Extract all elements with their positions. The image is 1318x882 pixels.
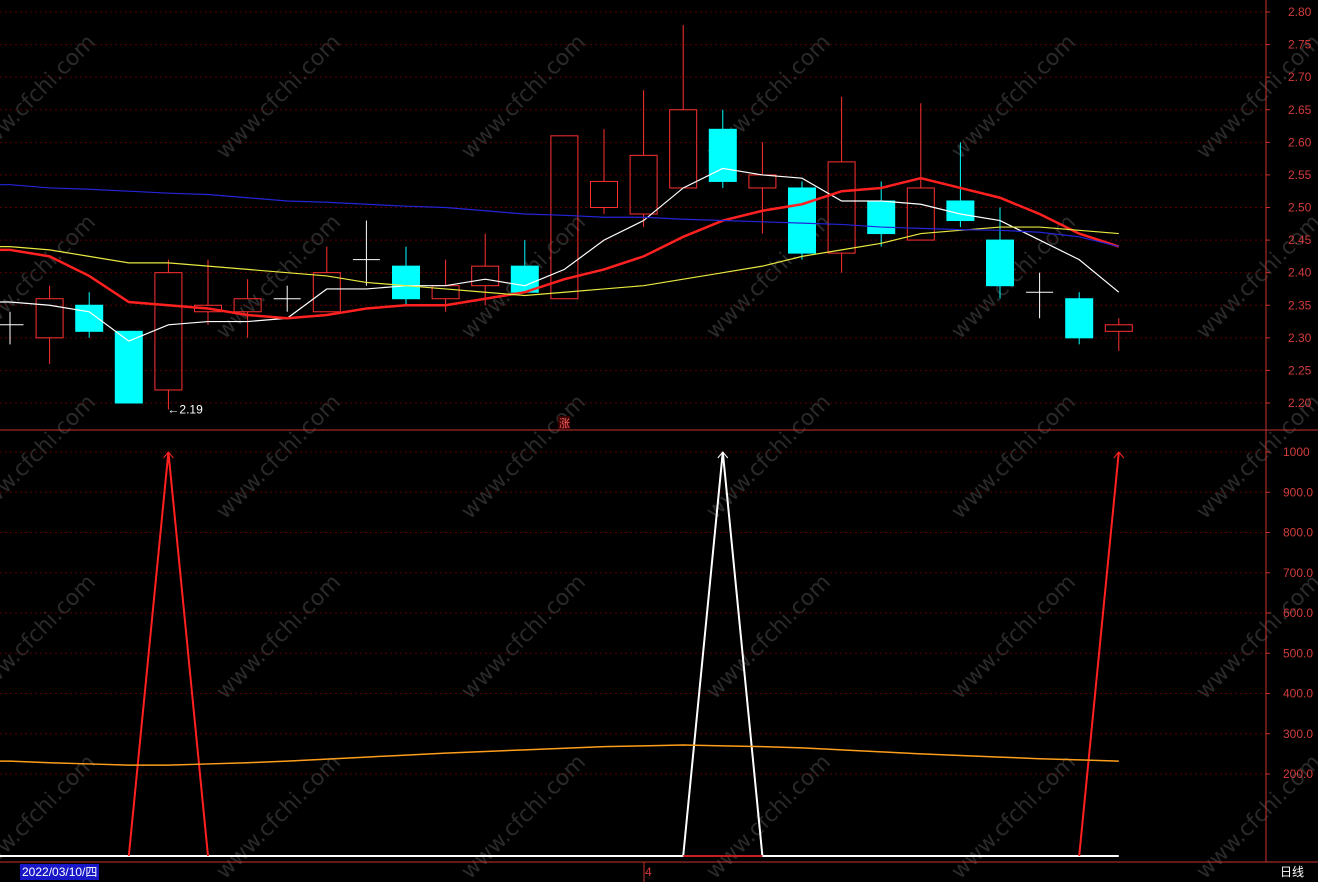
bottom-marker: 4 [645, 865, 652, 879]
date-readout: 2022/03/10/四 [20, 864, 100, 880]
candle [194, 259, 222, 325]
watermark-text: www.cfchi.com [947, 30, 1081, 164]
price-tick-label: 2.65 [1288, 103, 1312, 117]
watermark-text: www.cfchi.com [212, 390, 346, 524]
candle [392, 246, 420, 306]
candle [590, 129, 618, 215]
candle-body [154, 272, 183, 391]
candle-body [1104, 324, 1133, 332]
candle [1026, 272, 1054, 319]
candle [312, 246, 341, 313]
price-tick-label: 2.25 [1288, 363, 1312, 377]
price-tick-label: 2.70 [1288, 70, 1312, 84]
indicator-tick-label: 200.0 [1283, 767, 1313, 781]
price-tick-label: 2.30 [1288, 331, 1312, 345]
candle-body [629, 154, 658, 215]
candle [154, 259, 183, 410]
candle-body [471, 265, 500, 287]
price-tick-label: 2.45 [1288, 233, 1312, 247]
indicator-tick-label: 800.0 [1283, 526, 1313, 540]
candle [35, 285, 64, 364]
watermark-text: www.cfchi.com [457, 390, 591, 524]
indicator-tick-label: 700.0 [1283, 566, 1313, 580]
candle [629, 90, 658, 228]
signal-spike [127, 451, 209, 857]
watermark-text: www.cfchi.com [457, 30, 591, 164]
chart-canvas: www.cfchi.com www.cfchi.com www.cfchi.com w… [0, 0, 1318, 882]
candle-body [392, 265, 420, 300]
price-tick-label: 2.60 [1288, 135, 1312, 149]
watermark-text: www.cfchi.com [947, 570, 1081, 704]
watermark-text: www.cfchi.com [457, 570, 591, 704]
candle-body [986, 239, 1014, 287]
watermark-text: www.cfchi.com [947, 390, 1081, 524]
candle [352, 220, 380, 286]
average-line [0, 744, 1119, 766]
watermark-text: www.cfchi.com [702, 570, 836, 704]
watermark-text: www.cfchi.com [0, 30, 101, 164]
price-tick-label: 2.80 [1288, 5, 1312, 19]
indicator-tick-label: 500.0 [1283, 646, 1313, 660]
indicator-tick-label: 300.0 [1283, 727, 1313, 741]
price-tick-label: 2.20 [1288, 396, 1312, 410]
low-price-annotation: ←2.19 [167, 403, 203, 417]
candle [1104, 318, 1133, 351]
candle [669, 25, 698, 189]
indicator-tick-label: 400.0 [1283, 687, 1313, 701]
price-tick-label: 2.40 [1288, 266, 1312, 280]
candle [114, 330, 143, 404]
candle [906, 103, 935, 241]
watermark-text: www.cfchi.com [0, 570, 101, 704]
indicator-tick-label: 1000 [1283, 445, 1310, 459]
candle [788, 181, 816, 260]
period-label[interactable]: 日线 [1280, 864, 1304, 880]
watermark-text: www.cfchi.com [0, 390, 101, 524]
watermark-text: www.cfchi.com [212, 30, 346, 164]
price-tick-label: 2.55 [1288, 168, 1312, 182]
indicator-tick-label: 600.0 [1283, 606, 1313, 620]
candle [827, 96, 856, 273]
candle-body [1065, 298, 1094, 339]
rise-marker: 涨 [559, 417, 570, 430]
candle-body [867, 200, 896, 235]
signal-spike [1078, 451, 1120, 857]
candle-body [748, 174, 777, 189]
grid-lines [0, 11, 1266, 775]
candle [748, 142, 777, 234]
watermark-text: www.cfchi.com [212, 210, 346, 344]
candle [75, 292, 104, 338]
price-tick-label: 2.50 [1288, 201, 1312, 215]
candle [867, 181, 896, 247]
candle-body [946, 200, 975, 222]
candle-body [590, 180, 618, 208]
candle-body [312, 272, 341, 313]
candle-body [114, 330, 143, 404]
candle-body [669, 109, 698, 189]
watermark-text: www.cfchi.com [212, 570, 346, 704]
indicator-tick-label: 900.0 [1283, 485, 1313, 499]
price-tick-label: 2.75 [1288, 38, 1312, 52]
price-tick-label: 2.35 [1288, 298, 1312, 312]
candle-body [788, 187, 816, 254]
candle [1065, 292, 1094, 345]
watermark-text: www.cfchi.com [1192, 570, 1318, 704]
